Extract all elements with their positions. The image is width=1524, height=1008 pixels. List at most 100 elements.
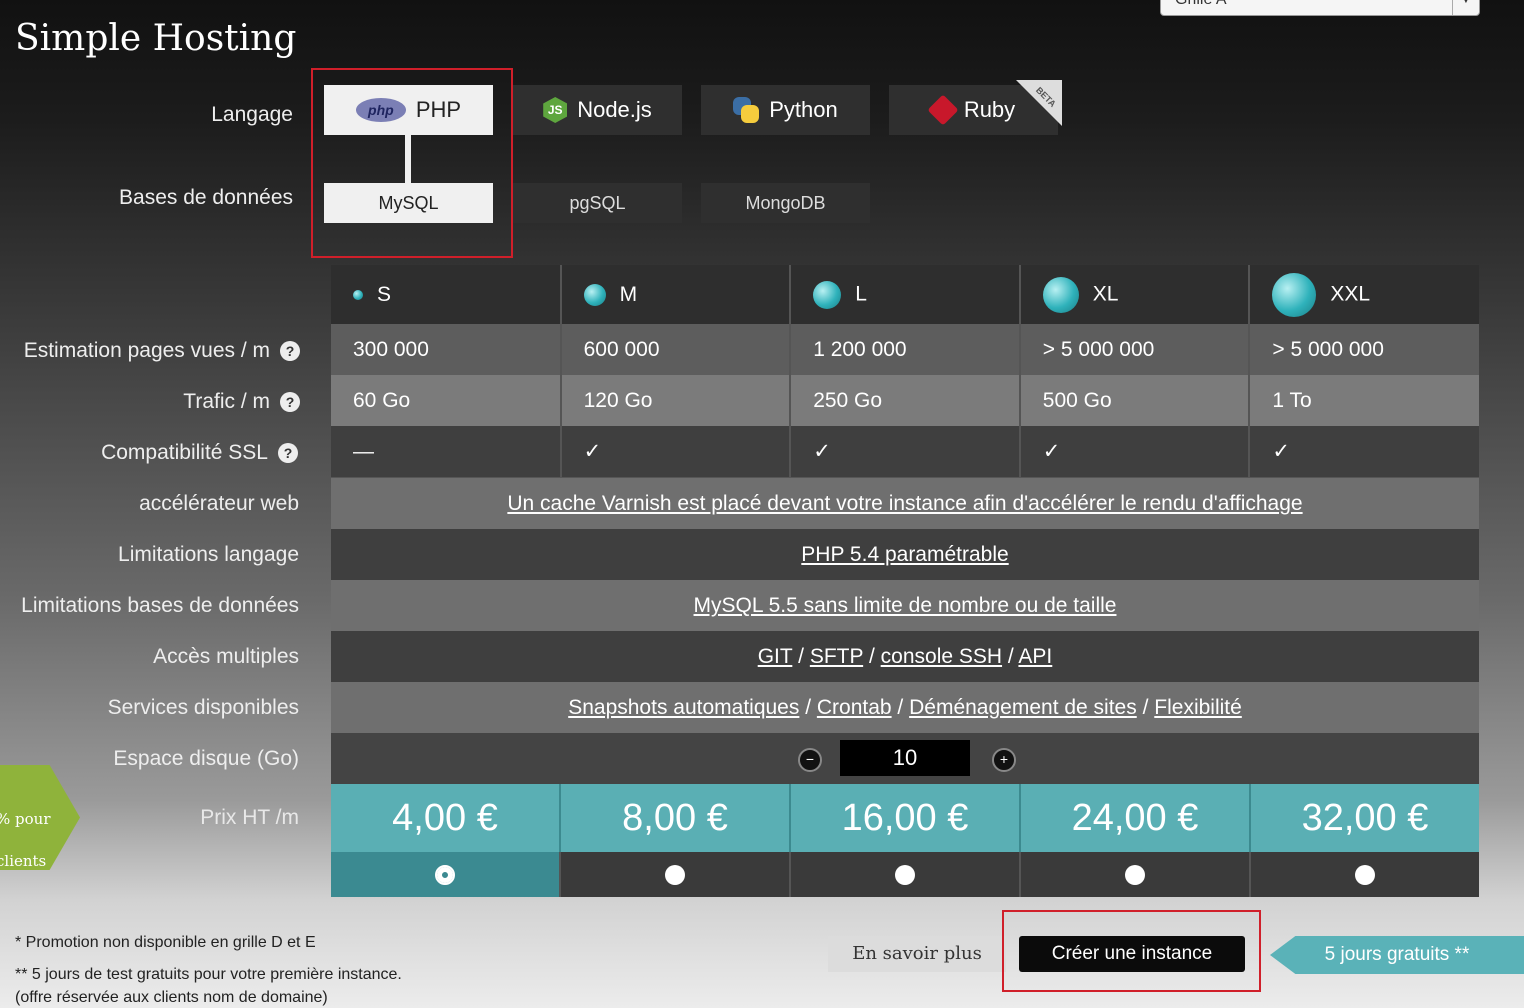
size-dot-icon [813, 280, 842, 309]
footnote-offer: (offre réservée aux clients nom de domai… [15, 989, 328, 1006]
table-cell: 1 200 000 [790, 324, 1021, 375]
snapshots-link[interactable]: Snapshots automatiques [568, 696, 799, 719]
api-link[interactable]: API [1018, 645, 1052, 668]
site-moving-link[interactable]: Déménagement de sites [909, 696, 1137, 719]
check-icon: ✓ [560, 426, 792, 477]
plan-radio-xxl[interactable] [1355, 864, 1375, 885]
plan-header-l: L [790, 265, 1021, 324]
traffic-row: 60 Go 120 Go 250 Go 500 Go 1 To [331, 375, 1479, 426]
size-dot-icon [353, 289, 363, 300]
lang-tab-label: Python [769, 97, 838, 122]
flexibility-link[interactable]: Flexibilité [1154, 696, 1242, 719]
lang-tab-php[interactable]: php PHP [324, 85, 493, 135]
ssh-console-link[interactable]: console SSH [881, 645, 1002, 668]
learn-more-button[interactable]: En savoir plus [828, 936, 1006, 972]
size-dot-icon [1042, 276, 1079, 313]
plans-table: S M L XL XXL 300 000 600 000 1 200 000 >… [331, 265, 1479, 477]
table-cell: > 5 000 000 [1019, 324, 1251, 375]
databases-label: Bases de données [119, 186, 293, 209]
nodejs-logo-icon: JS [543, 97, 568, 123]
plan-header-xl: XL [1019, 265, 1251, 324]
table-cell: > 5 000 000 [1249, 324, 1479, 375]
multi-access-label: Accès multiples [153, 645, 299, 668]
table-cell: 120 Go [560, 375, 792, 426]
plan-header-xxl: XXL [1249, 265, 1479, 324]
access-row: GIT / SFTP / console SSH / API [331, 631, 1479, 682]
table-cell: 1 To [1249, 375, 1479, 426]
plan-radio-row [331, 852, 1479, 897]
size-dot-icon [583, 283, 606, 306]
check-icon: ✓ [1249, 426, 1479, 477]
lang-limits-link[interactable]: PHP 5.4 paramétrable [801, 543, 1008, 566]
price-label: Prix HT /m [200, 806, 299, 829]
disk-increase-button[interactable]: + [992, 748, 1016, 772]
lang-tab-nodejs[interactable]: JS Node.js [513, 85, 682, 135]
plan-header-row: S M L XL XXL [331, 265, 1479, 324]
disk-decrease-button[interactable]: − [798, 748, 822, 772]
language-label: Langage [211, 103, 293, 126]
promo-badge: % pour clients naine. * [0, 765, 80, 870]
price-xl[interactable]: 24,00 € [1021, 784, 1251, 852]
help-icon[interactable]: ? [280, 341, 300, 362]
grid-select-value: Grille A [1175, 0, 1227, 9]
ssl-row: — ✓ ✓ ✓ ✓ [331, 426, 1479, 477]
ssl-label: Compatibilité SSL? [101, 441, 298, 465]
chevron-down-icon[interactable]: ▼ [1452, 0, 1479, 15]
disk-value-input[interactable]: 10 [840, 740, 970, 776]
check-icon: ✓ [790, 426, 1021, 477]
php-mysql-connector [405, 135, 411, 183]
db-limits-row: MySQL 5.5 sans limite de nombre ou de ta… [331, 580, 1479, 631]
web-accel-label: accélérateur web [139, 492, 299, 515]
price-l[interactable]: 16,00 € [791, 784, 1021, 852]
page-title: Simple Hosting [15, 18, 297, 59]
db-tab-mongodb[interactable]: MongoDB [701, 183, 870, 223]
services-label: Services disponibles [107, 696, 299, 719]
table-cell: 300 000 [331, 324, 562, 375]
db-limits-link[interactable]: MySQL 5.5 sans limite de nombre ou de ta… [694, 594, 1117, 617]
radio-cell-xl [1021, 852, 1251, 897]
disk-label: Espace disque (Go) [113, 747, 299, 770]
table-cell: 250 Go [790, 375, 1021, 426]
plan-header-m: M [560, 265, 792, 324]
plan-radio-xl[interactable] [1125, 864, 1145, 885]
price-xxl[interactable]: 32,00 € [1251, 784, 1479, 852]
sftp-link[interactable]: SFTP [810, 645, 863, 668]
pageviews-row: 300 000 600 000 1 200 000 > 5 000 000 > … [331, 324, 1479, 375]
table-cell: 60 Go [331, 375, 562, 426]
db-tab-mysql[interactable]: MySQL [324, 183, 493, 223]
git-link[interactable]: GIT [758, 645, 793, 668]
help-icon[interactable]: ? [278, 443, 298, 464]
size-dot-icon [1272, 272, 1317, 317]
db-limits-label: Limitations bases de données [21, 594, 299, 617]
services-row: Snapshots automatiques / Crontab / Démén… [331, 682, 1479, 733]
lang-limits-label: Limitations langage [118, 543, 299, 566]
price-m[interactable]: 8,00 € [561, 784, 791, 852]
db-tab-pgsql[interactable]: pgSQL [513, 183, 682, 223]
price-s[interactable]: 4,00 € [331, 784, 561, 852]
price-row: 4,00 € 8,00 € 16,00 € 24,00 € 32,00 € [331, 784, 1479, 852]
web-accel-row: Un cache Varnish est placé devant votre … [331, 478, 1479, 529]
plan-header-s: S [331, 265, 562, 324]
radio-cell-s [331, 852, 561, 897]
php-logo-icon: php [355, 98, 406, 122]
plan-radio-s[interactable] [435, 864, 455, 885]
grid-select[interactable]: Grille A ▼ [1160, 0, 1480, 16]
create-instance-button[interactable]: Créer une instance [1019, 936, 1245, 972]
radio-cell-l [791, 852, 1021, 897]
traffic-label: Trafic / m? [183, 390, 300, 414]
lang-tab-python[interactable]: Python [701, 85, 870, 135]
radio-cell-m [561, 852, 791, 897]
radio-cell-xxl [1251, 852, 1479, 897]
lang-limits-row: PHP 5.4 paramétrable [331, 529, 1479, 580]
python-logo-icon [733, 97, 760, 123]
dash-icon: — [331, 426, 562, 477]
plan-radio-m[interactable] [665, 864, 685, 885]
crontab-link[interactable]: Crontab [817, 696, 892, 719]
help-icon[interactable]: ? [280, 392, 300, 413]
table-cell: 600 000 [560, 324, 792, 375]
web-accel-link[interactable]: Un cache Varnish est placé devant votre … [507, 492, 1302, 515]
footnote-promo: * Promotion non disponible en grille D e… [15, 934, 316, 951]
free-trial-banner[interactable]: 5 jours gratuits ** [1270, 936, 1524, 974]
plan-radio-l[interactable] [895, 864, 915, 885]
table-cell: 500 Go [1019, 375, 1251, 426]
